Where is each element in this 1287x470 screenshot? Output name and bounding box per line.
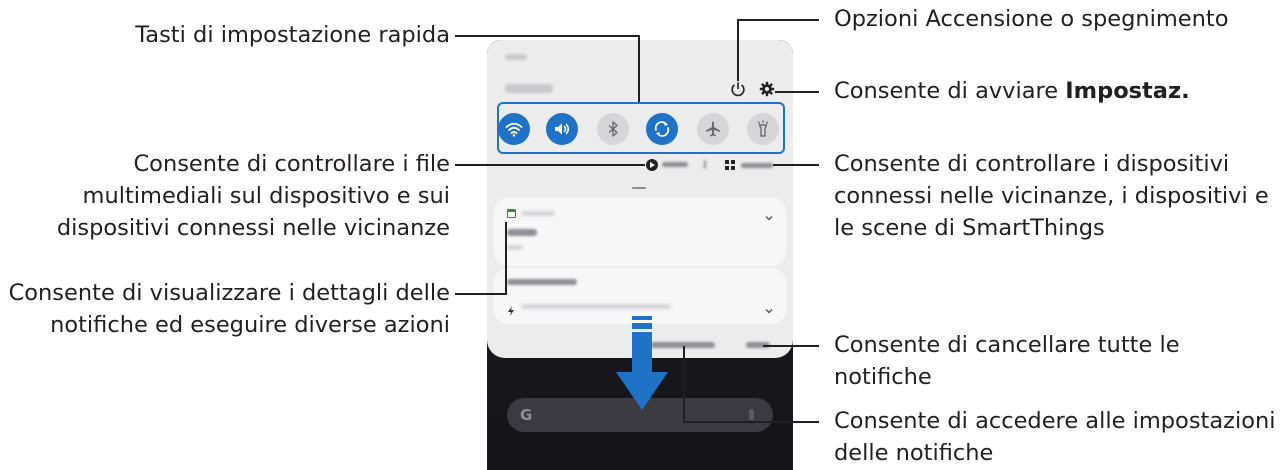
quick-settings-label: Tasti di impostazione rapida [135,22,450,48]
swipe-down-arrow-icon [616,316,668,410]
flashlight-icon [757,120,769,137]
auto-rotate-button[interactable] [646,113,678,145]
bluetooth-button[interactable] [597,113,629,145]
power-leader-stem [737,19,739,81]
phone-screen: G [487,40,793,470]
row-divider [704,160,706,169]
devices-label-line-3: le scene di SmartThings [834,215,1105,241]
notifications-leader-stem [505,222,507,295]
wifi-button[interactable] [498,113,530,145]
devices-label-line-1: Consente di controllare i dispositivi [834,151,1230,177]
media-label [662,162,688,167]
event-time [507,245,523,250]
calendar-app-name [521,211,555,216]
bluetooth-icon [608,121,618,137]
calendar-icon [507,209,516,218]
play-icon [646,159,658,171]
quick-settings-leader [455,35,640,37]
flashlight-button[interactable] [747,113,779,145]
media-label-line-3: dispositivi connessi nelle vicinanze [56,215,450,241]
notif-settings-label-line-1: Consente di accedere alle impostazioni [834,408,1276,434]
notifications-leader [455,293,507,295]
sound-icon [555,123,569,135]
quick-settings-leader-stem [638,35,640,102]
settings-label-text: Consente di avviare [834,78,1066,104]
silent-notifications-header [507,279,577,285]
airplane-icon [706,121,720,137]
settings-label-bold: Impostaz. [1065,78,1190,104]
devices-label-line-2: connessi nelle vicinanze, i dispositivi … [834,183,1269,209]
notification-panel [487,40,793,358]
chevron-down-icon[interactable] [764,208,774,221]
gear-icon[interactable] [759,81,775,97]
quick-settings-highlight [497,102,785,154]
devices-leader [773,164,819,166]
google-logo: G [520,406,533,424]
bolt-icon [507,301,515,316]
mic-icon[interactable] [749,409,754,420]
chevron-down-icon[interactable] [764,301,774,314]
power-leader [737,19,819,21]
drag-handle[interactable] [632,187,646,189]
sound-button[interactable] [546,113,578,145]
notifications-label-line-2: notifiche ed eseguire diverse azioni [50,312,450,338]
devices-label [741,163,773,168]
notif-settings-leader [683,421,819,423]
airplane-button[interactable] [697,113,729,145]
media-button[interactable] [646,158,706,172]
notif-settings-leader-stem [683,346,685,423]
media-label-line-1: Consente di controllare i file [133,151,450,177]
power-label: Opzioni Accensione o spegnimento [834,6,1229,32]
auto-rotate-icon [654,121,670,137]
media-label-line-2: multimediali sul dispositivo e sui [82,183,450,209]
clear-label-line-2: notifiche [834,364,932,390]
charging-notification-text [521,304,671,309]
settings-label: Consente di avviare Impostaz. [834,76,1190,106]
calendar-notification[interactable] [494,198,786,266]
media-leader [455,164,645,166]
notif-settings-label-line-2: delle notifiche [834,440,994,466]
date-text [505,84,553,93]
power-icon[interactable] [729,80,747,98]
clear-leader [763,345,819,347]
notifications-label-line-1: Consente di visualizzare i dettagli dell… [8,280,450,306]
settings-leader [775,91,819,93]
clear-label-line-1: Consente di cancellare tutte le [834,332,1180,358]
wifi-icon [505,122,523,137]
devices-grid-icon [725,160,735,170]
status-time [505,54,527,60]
event-title [507,229,537,236]
